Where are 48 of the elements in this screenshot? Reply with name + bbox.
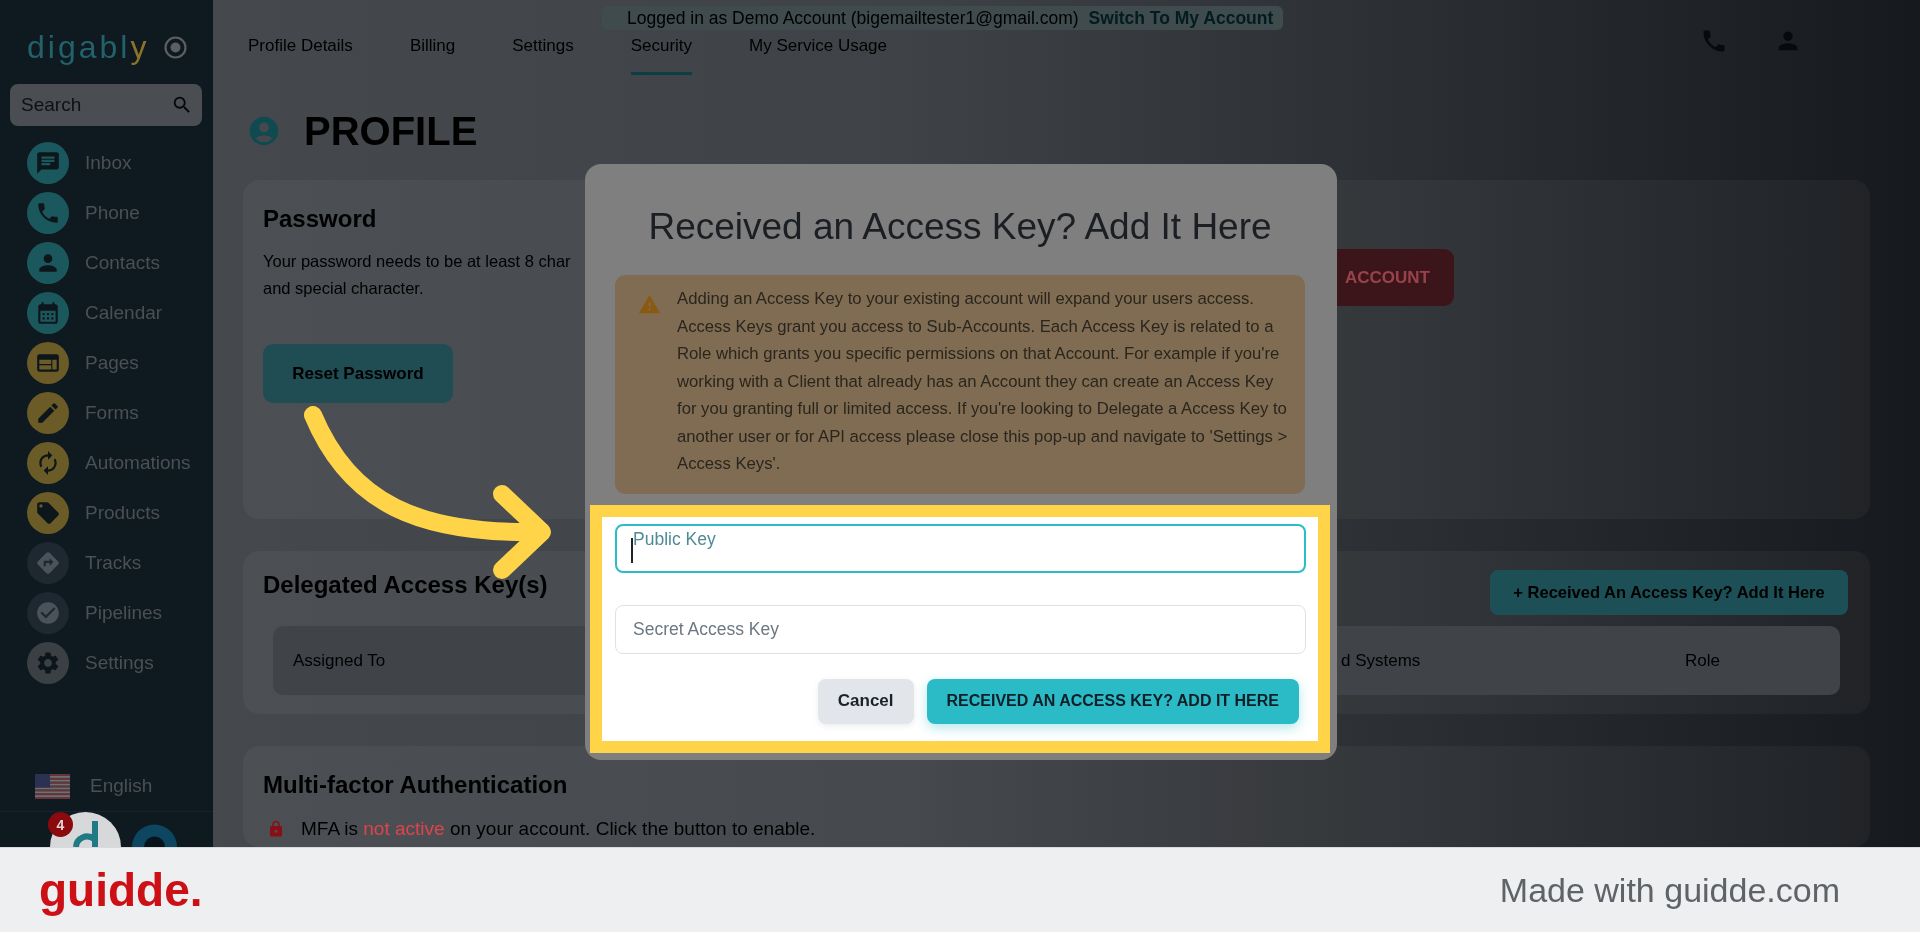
add-access-key-button[interactable]: + Received An Access Key? Add It Here [1490,570,1848,615]
sidebar-item[interactable]: Pages [0,338,213,388]
column-header: d Systems [1341,650,1421,671]
login-notice: Logged in as Demo Account (bigemailtester1@gmail.com) [627,7,1079,29]
switch-account-link[interactable]: Switch To My Account [1088,7,1274,29]
sidebar-item[interactable]: Contacts [0,238,213,288]
sidebar-item[interactable]: Settings [0,638,213,688]
sidebar-item[interactable]: Inbox [0,138,213,188]
credit-text: Made with guidde.com [1499,870,1840,910]
password-hint-text: Your password needs to be at least 8 char and special character. [263,251,571,299]
us-flag-icon [35,773,70,799]
brand-logo-text: guidde. [39,865,203,915]
tab[interactable]: Settings [512,34,574,75]
search-icon[interactable] [171,94,193,116]
notification-badge: 4 [48,812,73,837]
language-selector[interactable]: English [0,773,153,799]
sidebar-item[interactable]: Forms [0,388,213,438]
account-button[interactable]: ACCOUNT [1337,249,1454,306]
notice-text: Adding an Access Key to your existing account will expand your users access. Access Keys grant you access to Sub-Accounts. Each Access Key is related to a Role which grants you specific permissions on that Account. For example if you're working with a Client that already has an Account they can create an Access Key for you granting full or limited access. If you're looking to Delegate a Access Key to another user or for API access please close this pop-up and navigate to 'Settings > Access Keys'. [677,288,1289,475]
card-title: Multi-factor Authentication [263,770,568,800]
add-key-button[interactable]: RECEIVED AN ACCESS KEY? ADD IT HERE [926,678,1299,724]
key-input-field[interactable]: Public Key [615,523,1306,573]
tab[interactable]: Billing [409,34,456,75]
warning-icon [637,293,662,316]
sidebar-item[interactable]: Automations [0,438,213,488]
logo-text: digably [27,28,150,66]
user-avatar-icon[interactable] [132,823,177,847]
search-field[interactable]: Search [10,84,202,126]
column-header: Assigned To [293,650,386,671]
dialog-title: Received an Access Key? Add It Here [647,205,1273,249]
tab[interactable]: My Service Usage [749,34,888,75]
reset-password-button[interactable]: Reset Password [263,344,453,403]
tab[interactable]: Profile Details [248,34,353,75]
cancel-button[interactable]: Cancel [817,678,914,724]
sidebar-item[interactable]: Tracks [0,538,213,588]
card-title: Password [263,204,377,234]
sidebar-item[interactable]: Calendar [0,288,213,338]
tab[interactable]: Security [630,34,693,75]
mfa-status-text: MFA is not active on your account. Click the button to enable. [301,817,816,841]
sidebar-item[interactable]: Phone [0,188,213,238]
page-title: PROFILE [304,112,478,150]
sidebar-item[interactable]: Products [0,488,213,538]
column-header: Role [1685,650,1720,671]
lock-icon [267,819,285,839]
card-title: Delegated Access Key(s) [263,570,548,600]
circle-dot-icon[interactable] [164,35,187,59]
text-cursor-icon [631,537,633,563]
sidebar-item[interactable]: Pipelines [0,588,213,638]
